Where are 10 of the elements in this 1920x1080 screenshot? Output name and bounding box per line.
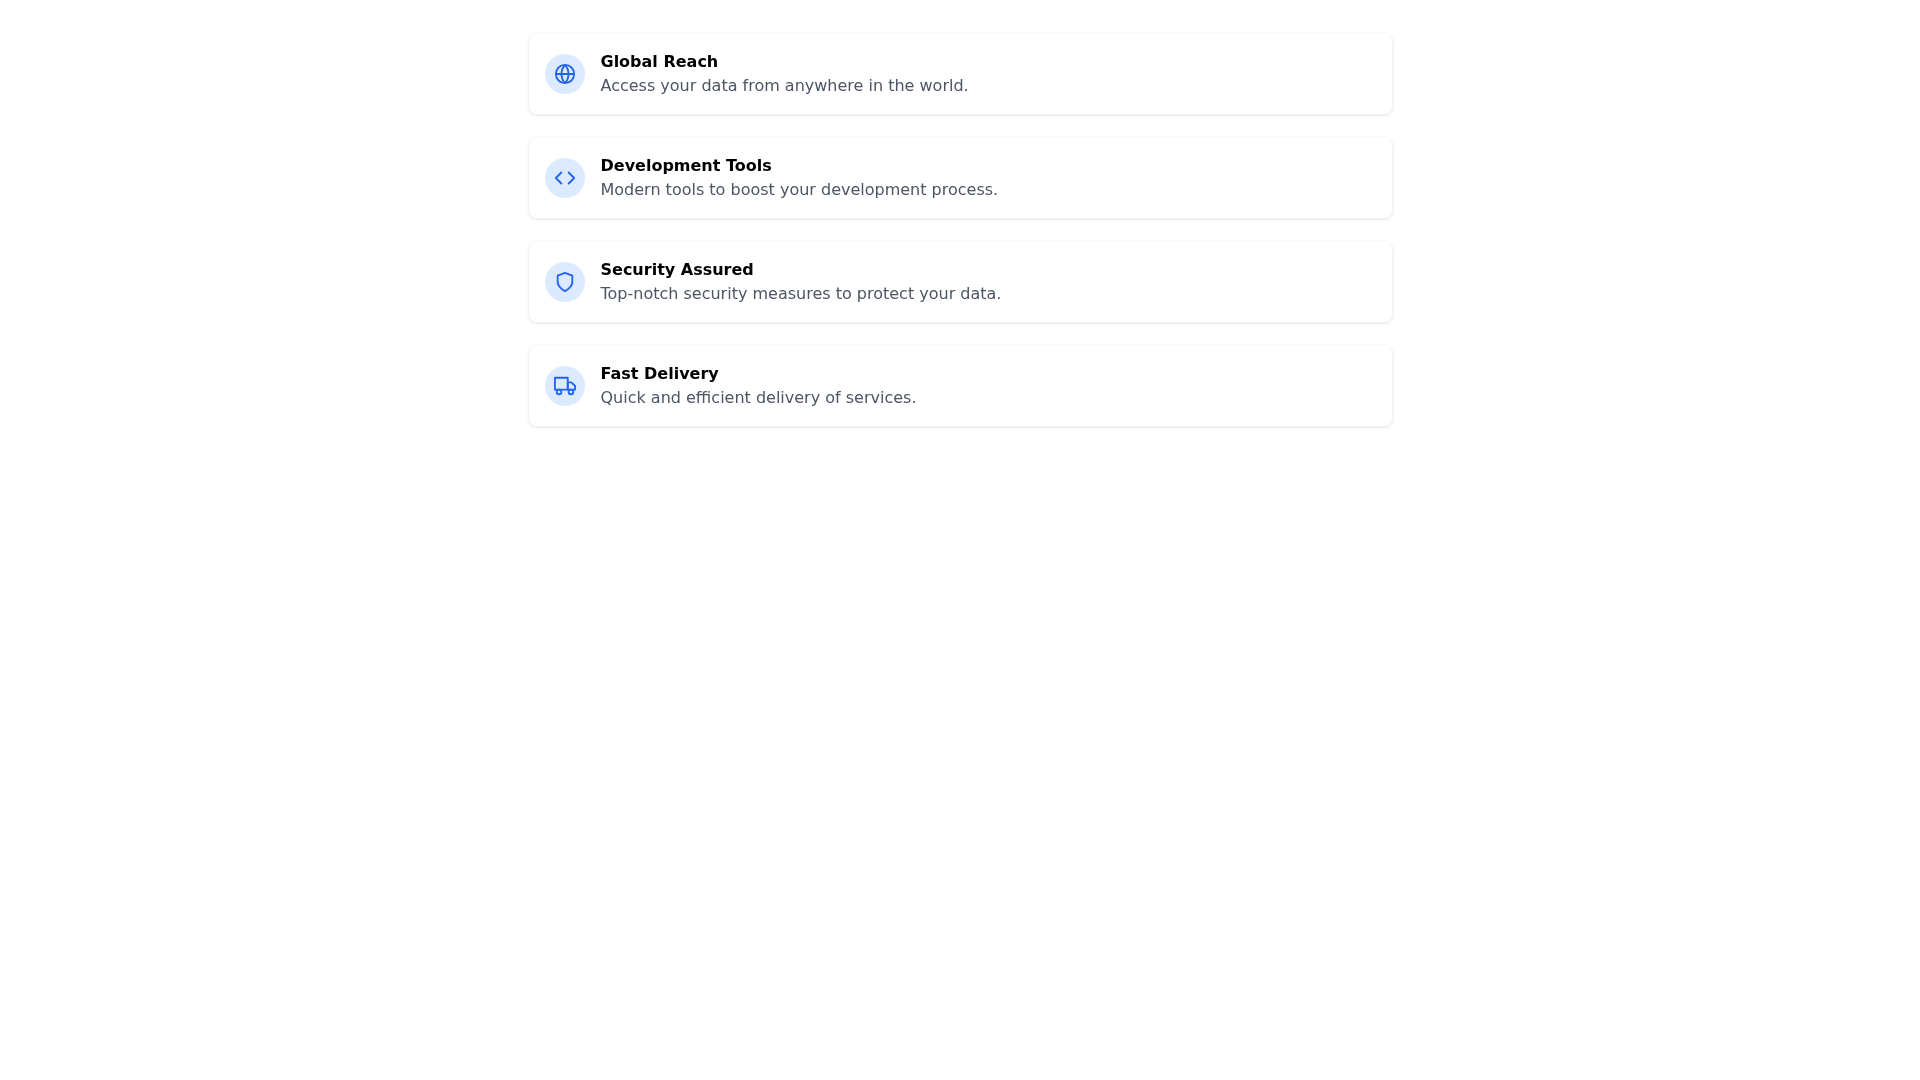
feature-description: Quick and efficient delivery of services. (600, 387, 917, 409)
globe-icon (553, 63, 576, 85)
feature-description: Modern tools to boost your development process. (600, 179, 999, 201)
feature-title: Fast Delivery (600, 363, 720, 385)
feature-title: Development Tools (600, 155, 773, 177)
feature-title: Security Assured (600, 259, 755, 281)
feature-title: Global Reach (600, 51, 720, 73)
feature-description: Top-notch security measures to protect your data. (600, 283, 1002, 305)
feature-description: Access your data from anywhere in the world. (600, 75, 969, 97)
truck-icon (553, 375, 576, 397)
